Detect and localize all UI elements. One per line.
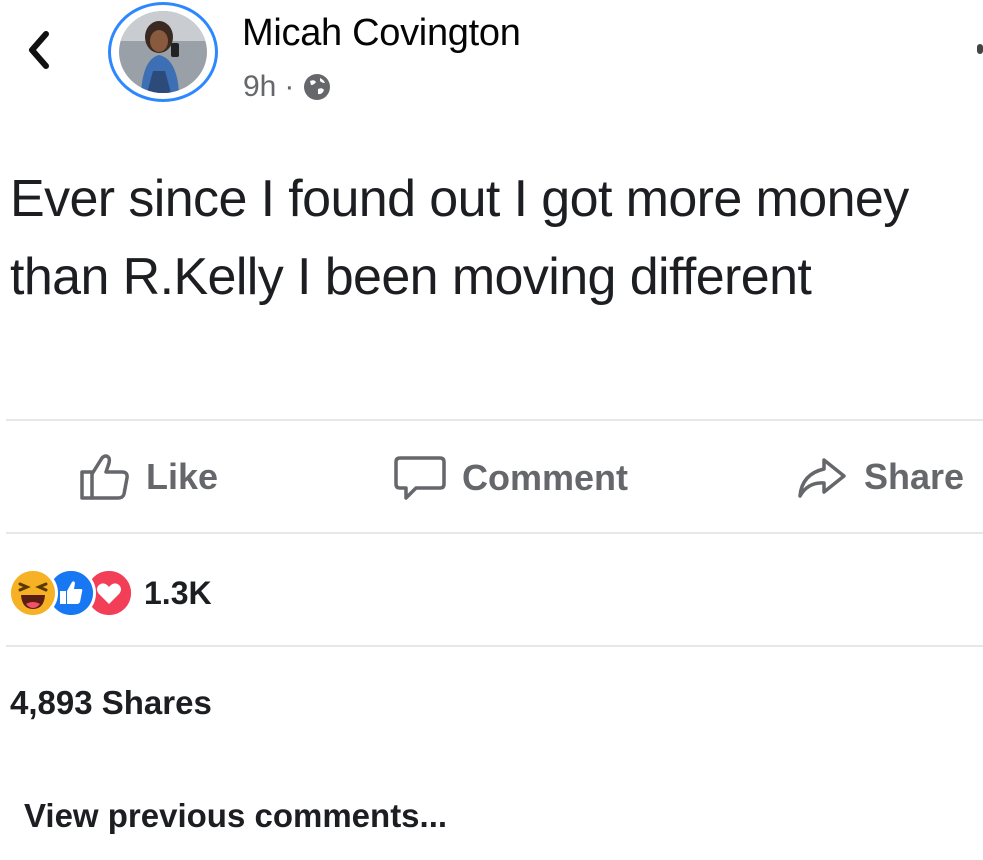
avatar-photo bbox=[119, 11, 207, 93]
like-button[interactable]: Like bbox=[78, 452, 218, 502]
more-options-icon[interactable] bbox=[977, 44, 983, 54]
share-label: Share bbox=[864, 456, 965, 497]
globe-icon bbox=[304, 74, 331, 100]
view-previous-comments-link[interactable]: View previous comments... bbox=[24, 797, 447, 835]
reactions-summary[interactable]: 1.3K bbox=[8, 568, 212, 618]
comment-button[interactable]: Comment bbox=[392, 452, 628, 504]
divider bbox=[6, 419, 983, 421]
haha-reaction-icon bbox=[8, 568, 58, 618]
divider bbox=[6, 645, 983, 647]
like-label: Like bbox=[146, 456, 219, 497]
post-meta: 9h · bbox=[243, 70, 332, 104]
post-text: Ever since I found out I got more money … bbox=[10, 170, 909, 306]
back-button[interactable] bbox=[22, 28, 56, 72]
share-arrow-icon bbox=[798, 458, 846, 498]
author-name[interactable]: Micah Covington bbox=[242, 12, 521, 55]
chevron-left-icon bbox=[29, 31, 49, 69]
shares-count[interactable]: 4,893 Shares bbox=[10, 684, 212, 722]
reaction-count: 1.3K bbox=[144, 574, 212, 611]
divider bbox=[6, 532, 983, 534]
post-time[interactable]: 9h bbox=[243, 70, 276, 104]
comment-icon bbox=[394, 456, 446, 500]
comment-label: Comment bbox=[462, 457, 629, 498]
avatar[interactable] bbox=[108, 2, 218, 102]
share-button[interactable]: Share bbox=[794, 452, 964, 502]
meta-separator: · bbox=[284, 70, 295, 103]
thumbs-up-icon bbox=[80, 454, 129, 500]
